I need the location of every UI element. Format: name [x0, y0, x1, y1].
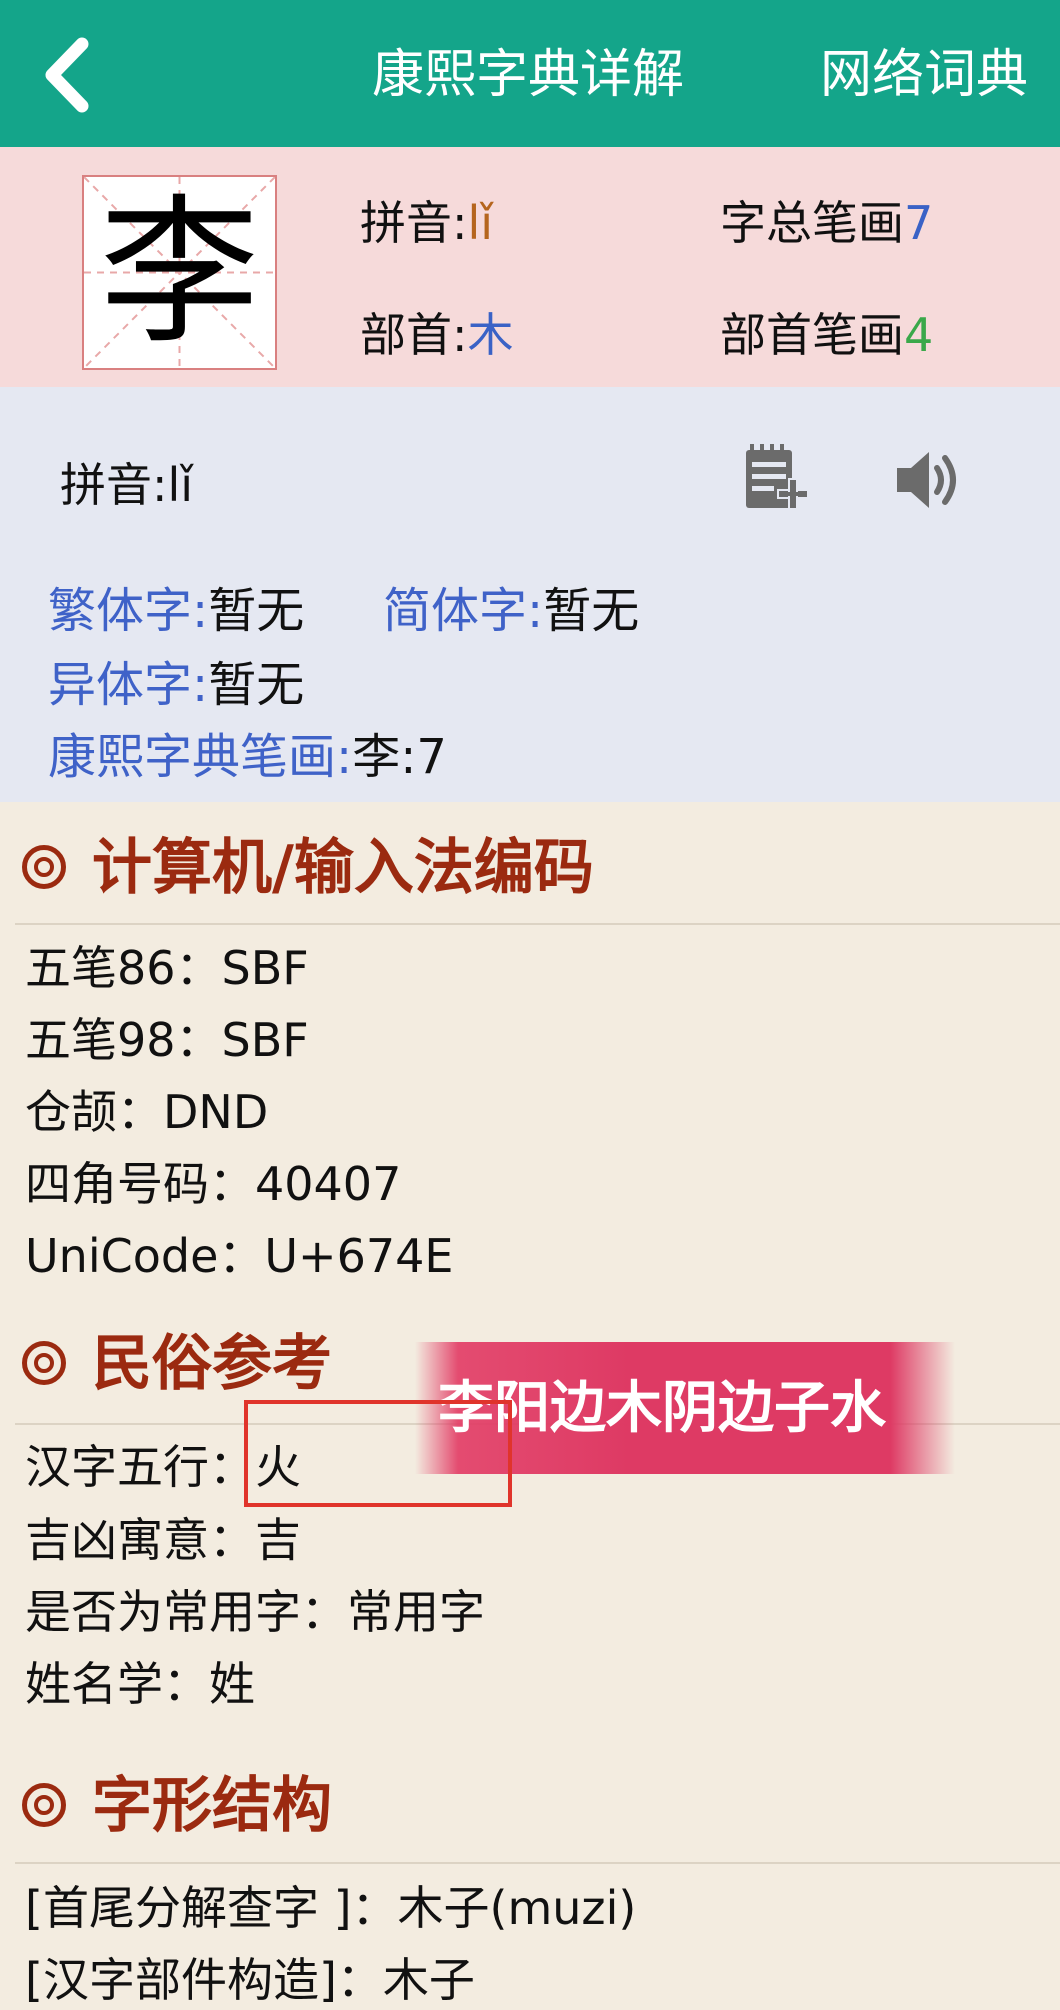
- traditional-char-row: 繁体字:暂无: [48, 580, 304, 642]
- list-item: 五笔98：SBF: [25, 1013, 309, 1067]
- variant-value: 暂无: [208, 657, 305, 713]
- chevron-left-icon: [45, 37, 89, 113]
- kangxi-strokes-row: 康熙字典笔画:李:7: [48, 726, 447, 788]
- list-item: [汉字部件构造]：木子: [25, 1953, 475, 2007]
- total-strokes-label: 字总笔画: [720, 196, 904, 250]
- section-title-folk: 民俗参考: [22, 1324, 332, 1404]
- divider: [15, 923, 1060, 925]
- section-title-computer-text: 计算机/输入法编码: [92, 833, 594, 903]
- list-item: 姓名学：姓: [25, 1657, 255, 1711]
- radical-strokes-label: 部首笔画: [720, 308, 904, 362]
- list-item: 是否为常用字：常用字: [25, 1585, 485, 1639]
- play-sound-button[interactable]: [893, 448, 963, 512]
- list-item: 四角号码：40407: [25, 1157, 402, 1211]
- pinyin-label: 拼音:: [360, 196, 468, 250]
- traditional-label: 繁体字:: [48, 583, 209, 639]
- list-item: 五笔86：SBF: [25, 941, 309, 995]
- highlight-box: [244, 1400, 512, 1507]
- kangxi-value: 李:7: [352, 729, 447, 785]
- kangxi-label: 康熙字典笔画:: [48, 729, 353, 785]
- total-strokes: 字总笔画7: [720, 193, 933, 253]
- speaker-icon: [897, 452, 956, 508]
- pinyin-reading-label: 拼音:: [60, 458, 168, 512]
- web-dictionary-link[interactable]: 网络词典: [820, 40, 1028, 110]
- list-item: [首尾分解查字 ]：木子(muzi): [25, 1881, 637, 1935]
- variant-char-row: 异体字:暂无: [48, 654, 304, 716]
- bullet-circle-icon: [22, 845, 66, 890]
- bullet-circle-icon: [22, 1783, 66, 1828]
- variant-label: 异体字:: [48, 657, 209, 713]
- simplified-label: 简体字:: [383, 583, 544, 639]
- add-note-button[interactable]: [740, 440, 812, 516]
- pinyin-reading: 拼音:lǐ: [60, 455, 193, 515]
- pinyin-value: lǐ: [467, 196, 494, 250]
- total-strokes-value: 7: [904, 196, 934, 250]
- back-button[interactable]: [30, 30, 110, 120]
- bullet-circle-icon: [22, 1341, 66, 1386]
- divider: [15, 1862, 1060, 1864]
- pinyin-reading-value: lǐ: [167, 458, 194, 512]
- radical-summary: 部首:木: [360, 305, 514, 365]
- pinyin-summary: 拼音:lǐ: [360, 193, 493, 253]
- simplified-value: 暂无: [543, 583, 640, 639]
- radical-label: 部首:: [360, 308, 468, 362]
- section-title-structure: 字形结构: [22, 1766, 332, 1846]
- list-item: 吉凶寓意：吉: [25, 1513, 301, 1567]
- section-title-folk-text: 民俗参考: [92, 1329, 332, 1399]
- section-title-computer: 计算机/输入法编码: [22, 828, 594, 908]
- simplified-char-row: 简体字:暂无: [383, 580, 639, 642]
- list-item: UniCode：U+674E: [25, 1229, 454, 1283]
- traditional-value: 暂无: [208, 583, 305, 639]
- page-title: 康熙字典详解: [372, 45, 685, 105]
- radical-strokes: 部首笔画4: [720, 305, 933, 365]
- radical-strokes-value: 4: [904, 308, 934, 362]
- list-item: 仓颉：DND: [25, 1085, 269, 1139]
- radical-value[interactable]: 木: [468, 308, 514, 362]
- character-glyph: 李: [99, 179, 260, 366]
- notepad-add-icon: [746, 444, 809, 510]
- section-title-structure-text: 字形结构: [92, 1771, 332, 1841]
